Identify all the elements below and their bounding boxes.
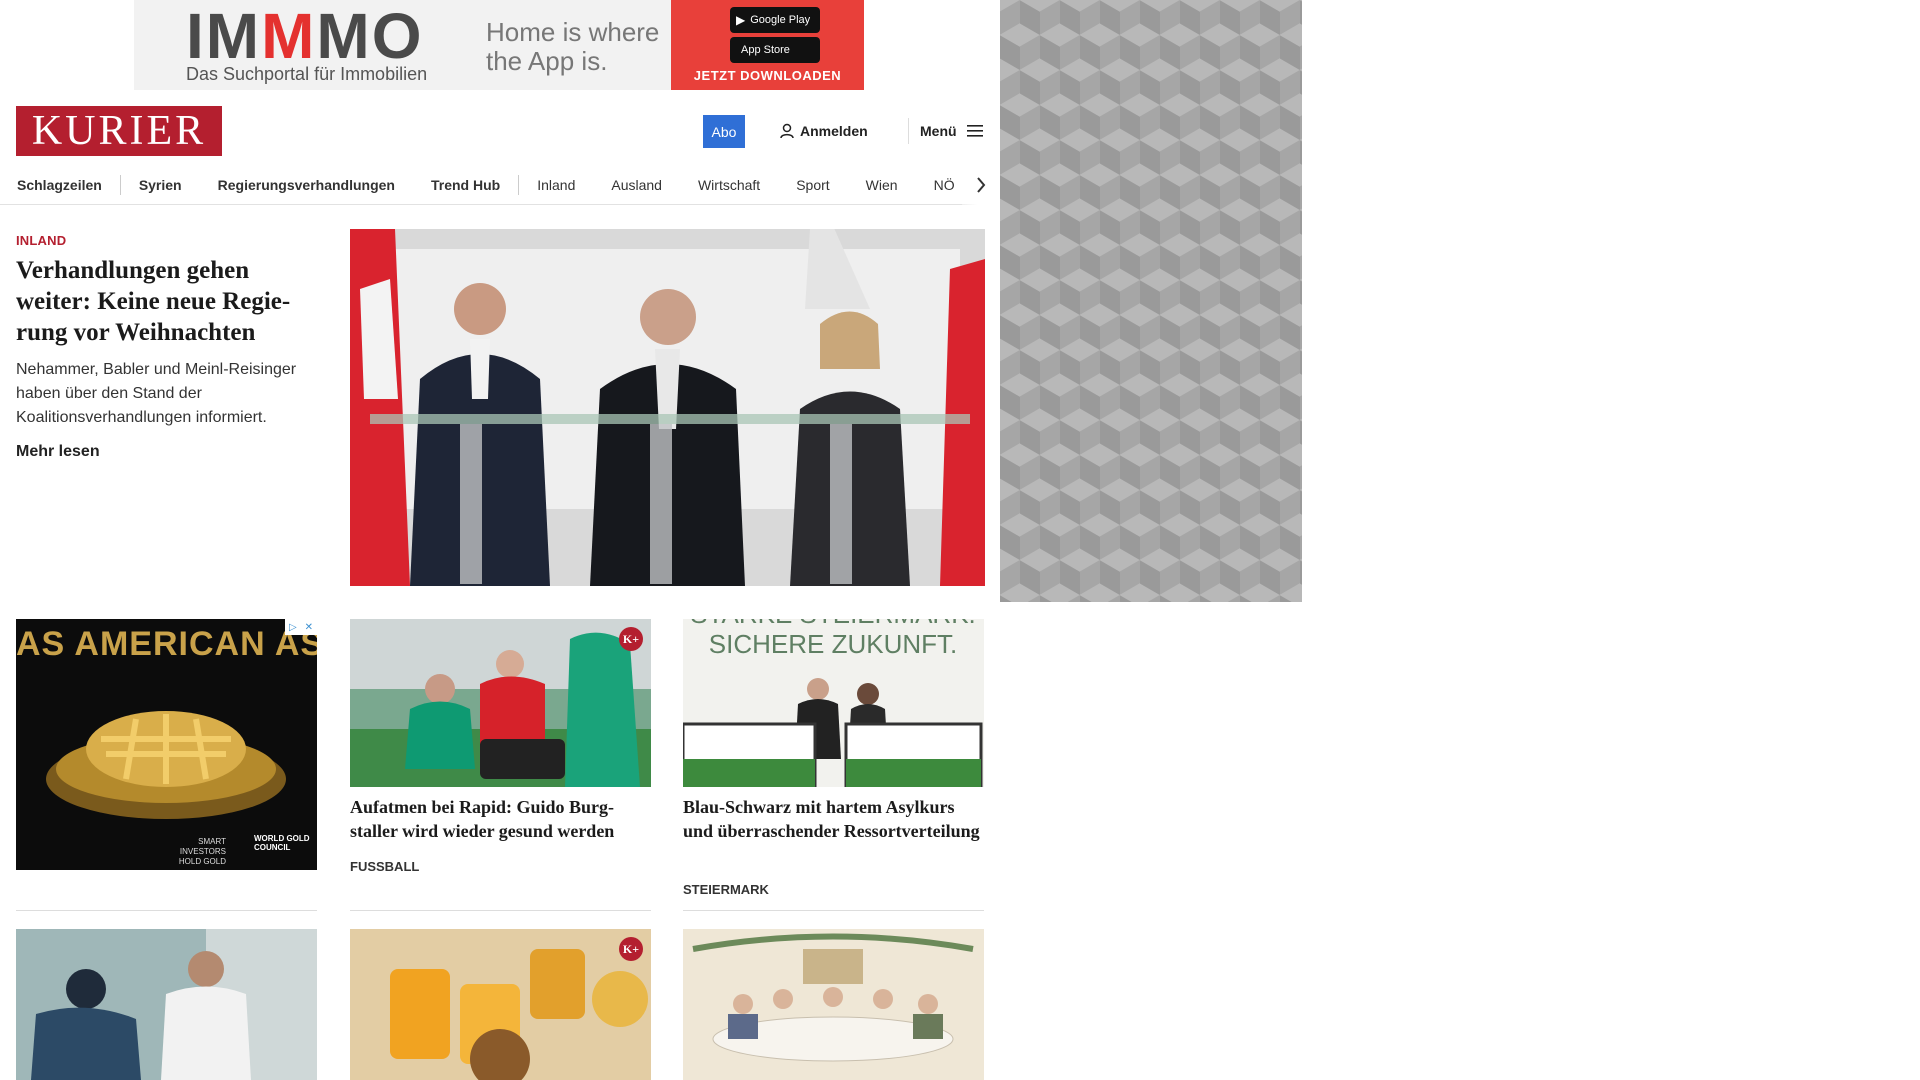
gold-council-ad[interactable]: AS AMERICAN AS SMART INVESTORS HOLD GOLD… (16, 619, 317, 870)
read-more-link[interactable]: Mehr lesen (16, 443, 100, 461)
kurier-logo[interactable]: KURIER (16, 106, 222, 156)
lead-category[interactable]: INLAND (16, 233, 66, 248)
nav-item-trend-hub[interactable]: Trend Hub (413, 165, 518, 204)
row-divider (350, 910, 651, 911)
ad-info-icon[interactable]: ▷ (289, 622, 297, 633)
article-thumb-honey[interactable]: K+ (350, 929, 651, 1080)
app-store-button[interactable]: App Store (730, 37, 820, 63)
ad-tile-wgc-label: WORLD GOLD COUNCIL (254, 834, 310, 852)
ad-tagline: Das Suchportal für Immobilien (186, 64, 428, 84)
article-card-rapid[interactable]: K+ Aufatmen bei Rapid: Guido Burg­stalle… (350, 619, 651, 879)
lead-teaser: Nehammer, Babler und Meinl-Reisinger hab… (16, 361, 297, 426)
photo-caption-line-2: SICHERE ZUKUNFT. (709, 629, 957, 659)
menu-button[interactable]: Menü (920, 121, 983, 141)
ad-cta-panel[interactable]: ▶ Google Play App Store JETZT DOWNLOADEN (671, 0, 864, 90)
ad-close-icon[interactable]: ✕ (305, 622, 313, 633)
dinner-painting-illustration (683, 929, 984, 1080)
nav-item-regierungsverhandlungen[interactable]: Regierungsverhandlungen (200, 165, 413, 204)
row-divider (16, 910, 317, 911)
nav-item-wirtschaft[interactable]: Wirtschaft (680, 165, 778, 204)
google-play-button[interactable]: ▶ Google Play (730, 7, 820, 33)
nav-item-syrien[interactable]: Syrien (121, 165, 200, 204)
article-title[interactable]: Aufatmen bei Rapid: Guido Burg­staller w… (350, 795, 651, 843)
article-thumb[interactable]: STARKE STEIERMARK. SICHERE ZUKUNFT. (683, 619, 984, 787)
premium-badge: K+ (619, 937, 643, 961)
row-divider (683, 910, 984, 911)
abo-button[interactable]: Abo (703, 115, 745, 148)
login-link[interactable]: Anmelden (780, 121, 868, 141)
top-banner-ad[interactable]: IMMMO Das Suchportal für Immobilien Home… (134, 0, 864, 90)
medical-photo (16, 929, 317, 1080)
nav-item-sport[interactable]: Sport (778, 165, 847, 204)
hamburger-icon (966, 125, 983, 137)
nav-item-ausland[interactable]: Ausland (593, 165, 680, 204)
nav-item-wien[interactable]: Wien (848, 165, 916, 204)
ad-choices-badge[interactable]: ▷ ✕ (285, 619, 317, 635)
press-conference-photo (350, 229, 985, 586)
nav-item-schlagzeilen[interactable]: Schlagzeilen (17, 165, 120, 204)
politics-stage-photo: STARKE STEIERMARK. SICHERE ZUKUNFT. (683, 619, 984, 787)
ad-slogan: Home is where the App is. (486, 17, 660, 76)
article-thumb-medical[interactable] (16, 929, 317, 1080)
article-title[interactable]: Blau-Schwarz mit hartem Asyl­kurs und üb… (683, 795, 984, 843)
menu-label: Menü (920, 123, 957, 139)
article-thumb[interactable]: K+ (350, 619, 651, 787)
play-store-icon: ▶ (736, 13, 746, 27)
header-divider (908, 118, 909, 144)
photo-caption-line-1: STARKE STEIERMARK. (690, 619, 976, 629)
gold-pie-image (46, 711, 286, 819)
app-store-label: App Store (741, 44, 790, 56)
login-label: Anmelden (800, 123, 868, 139)
article-thumb-dinner-painting[interactable] (683, 929, 984, 1080)
chevron-right-icon (977, 177, 986, 193)
article-category[interactable]: FUSSBALL (350, 859, 419, 874)
premium-badge: K+ (619, 627, 643, 651)
article-card-steiermark[interactable]: STARKE STEIERMARK. SICHERE ZUKUNFT. Blau… (683, 619, 984, 903)
nav-track: Schlagzeilen Syrien Regierungsverhandlun… (17, 165, 973, 204)
nav-item-inland[interactable]: Inland (519, 165, 593, 204)
user-icon (780, 123, 794, 139)
side-skyscraper-ad[interactable] (1000, 0, 1302, 602)
ad-brand-logo: IMMMO (186, 0, 424, 72)
section-nav: Schlagzeilen Syrien Regierungsverhandlun… (0, 165, 1000, 205)
ad-download-cta[interactable]: JETZT DOWNLOADEN (671, 68, 864, 83)
football-photo (350, 619, 651, 787)
lead-image[interactable] (350, 229, 985, 586)
ad-tile-subline: SMART INVESTORS HOLD GOLD (178, 837, 226, 866)
nav-scroll-right-button[interactable] (962, 165, 1000, 205)
google-play-label: Google Play (750, 14, 811, 26)
article-category[interactable]: STEIERMARK (683, 882, 769, 897)
honey-jars-photo (350, 929, 651, 1080)
lead-headline[interactable]: Verhandlungen gehen weiter: Keine neue R… (16, 255, 316, 348)
